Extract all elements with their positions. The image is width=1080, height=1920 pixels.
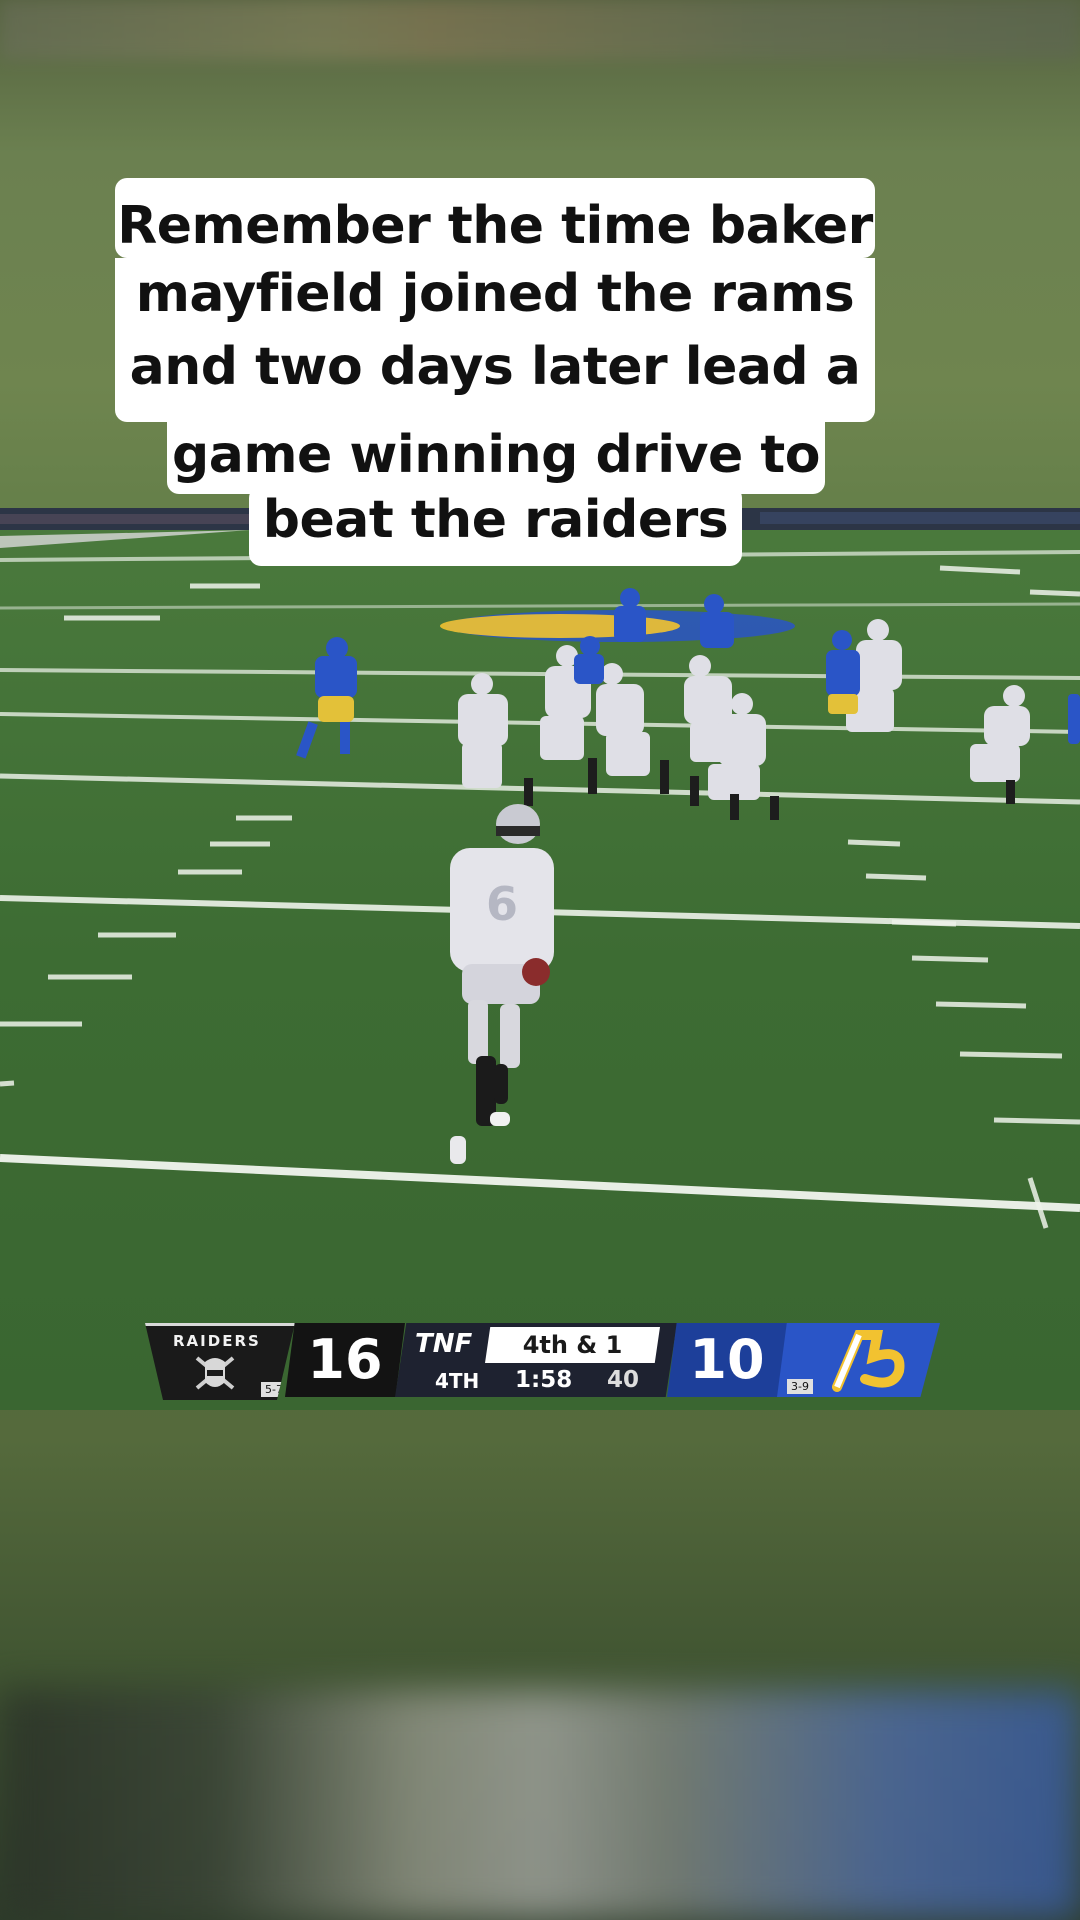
home-score: 10 xyxy=(689,1328,765,1391)
game-clock: 1:58 xyxy=(515,1367,573,1393)
away-team-name: RAIDERS xyxy=(173,1332,261,1350)
home-score-panel: 10 xyxy=(667,1323,787,1397)
away-score: 16 xyxy=(307,1328,383,1391)
away-team-panel: RAIDERS 5-7 xyxy=(145,1323,295,1400)
away-team-record: 5-7 xyxy=(261,1382,287,1397)
rams-logo-icon xyxy=(832,1330,905,1392)
video-frame[interactable]: 6 xyxy=(0,508,1080,1410)
raiders-logo-icon xyxy=(195,1356,235,1390)
away-score-panel: 16 xyxy=(285,1323,405,1397)
play-clock: 40 xyxy=(607,1367,640,1393)
game-status-panel: TNF 4th & 1 4TH 1:58 40 xyxy=(395,1323,677,1397)
blurred-stadium-lights xyxy=(0,0,1080,60)
football-field-scene: 6 xyxy=(0,508,1080,1410)
scorebug: RAIDERS 5-7 16 TNF 4th & 1 4TH 1:58 40 1… xyxy=(145,1323,940,1403)
home-team-record: 3-9 xyxy=(787,1379,813,1394)
blurred-bottom-crowd xyxy=(0,1690,1080,1920)
home-team-panel: 3-9 xyxy=(777,1323,940,1397)
network-logo: TNF xyxy=(415,1329,473,1359)
quarter: 4TH xyxy=(435,1369,480,1393)
svg-text:6: 6 xyxy=(486,877,518,931)
down-and-distance: 4th & 1 xyxy=(485,1327,660,1363)
